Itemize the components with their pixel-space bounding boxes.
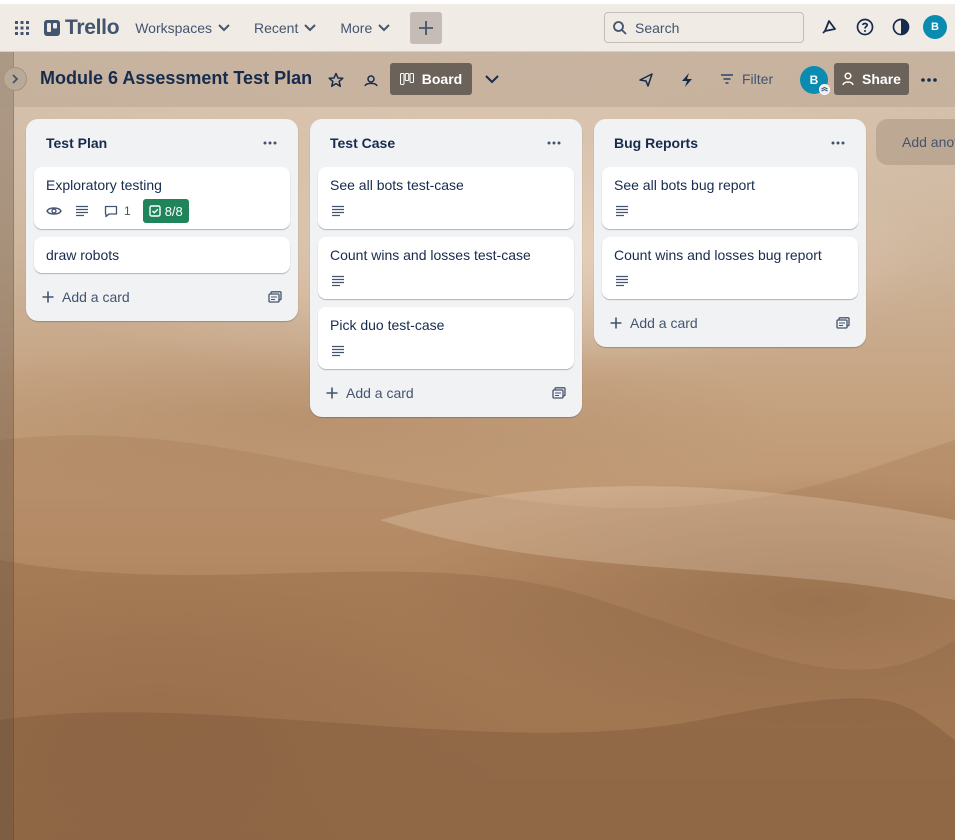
app-switcher-icon[interactable]	[8, 14, 36, 42]
card-template-icon[interactable]	[268, 291, 282, 303]
notifications-icon[interactable]	[815, 13, 843, 41]
list-menu-icon[interactable]	[540, 129, 568, 157]
add-list-button[interactable]: Add another list	[876, 119, 955, 165]
card[interactable]: Count wins and losses bug report	[602, 237, 858, 299]
views-dropdown[interactable]	[478, 65, 506, 93]
card-badges	[330, 341, 562, 361]
card-title: draw robots	[46, 247, 120, 263]
create-button[interactable]	[410, 11, 443, 44]
list-title[interactable]: Bug Reports	[614, 135, 698, 151]
card-badges	[330, 271, 562, 291]
top-header: Trello Workspaces Recent More B	[0, 0, 955, 51]
board-view-icon	[399, 73, 414, 85]
card[interactable]: Pick duo test-case	[318, 307, 574, 369]
card[interactable]: draw robots	[34, 237, 290, 273]
description-icon	[332, 205, 344, 217]
plus-icon	[326, 387, 338, 399]
watching-icon	[46, 207, 62, 215]
add-card-row: Add a card	[602, 307, 858, 339]
plus-icon	[610, 317, 622, 329]
add-card-row: Add a card	[318, 377, 574, 409]
board-view-button[interactable]: Board	[390, 63, 472, 95]
search-box[interactable]	[604, 12, 804, 43]
card-title: Count wins and losses test-case	[330, 247, 531, 263]
star-board-icon[interactable]	[322, 66, 350, 94]
card-template-icon[interactable]	[552, 387, 566, 399]
list-bug-reports: Bug Reports See all bots bug report Coun…	[594, 119, 866, 347]
chevron-right-icon	[12, 74, 19, 84]
card[interactable]: Exploratory testing 1 8/8	[34, 167, 290, 229]
chevron-down-icon	[218, 23, 230, 31]
plus-icon	[42, 291, 54, 303]
workspaces-menu[interactable]: Workspaces	[127, 12, 238, 44]
chevron-down-icon	[378, 23, 390, 31]
card-badges	[614, 201, 846, 221]
card-title: Count wins and losses bug report	[614, 247, 822, 263]
header-actions: B	[815, 13, 947, 41]
list-test-plan: Test Plan Exploratory testing 1 8/8 draw…	[26, 119, 298, 321]
card-title: See all bots bug report	[614, 177, 755, 193]
recent-menu[interactable]: Recent	[246, 12, 324, 44]
board-menu-icon[interactable]	[915, 66, 943, 94]
list-header: Bug Reports	[602, 119, 858, 167]
list-menu-icon[interactable]	[824, 129, 852, 157]
list-title[interactable]: Test Case	[330, 135, 395, 151]
description-icon	[332, 275, 344, 287]
card-badges	[614, 271, 846, 291]
user-avatar[interactable]: B	[923, 15, 947, 39]
visibility-icon[interactable]	[357, 66, 385, 94]
sidebar-rail	[0, 51, 14, 840]
help-icon[interactable]	[851, 13, 879, 41]
add-card-row: Add a card	[34, 281, 290, 313]
chevron-down-icon	[485, 74, 499, 83]
card-title: See all bots test-case	[330, 177, 464, 193]
checklist-badge: 8/8	[142, 199, 189, 223]
chevron-down-icon	[304, 23, 317, 31]
search-input[interactable]	[635, 19, 785, 36]
card[interactable]: See all bots bug report	[602, 167, 858, 229]
board-title[interactable]: Module 6 Assessment Test Plan	[40, 68, 312, 89]
comment-count: 1	[124, 204, 131, 218]
description-icon	[616, 275, 628, 287]
trello-logo-icon	[44, 19, 60, 36]
card-badges	[330, 201, 562, 221]
card[interactable]: Count wins and losses test-case	[318, 237, 574, 299]
card[interactable]: See all bots test-case	[318, 167, 574, 229]
app-name: Trello	[65, 15, 120, 39]
share-button[interactable]: Share	[834, 63, 909, 95]
filter-button[interactable]: Filter	[712, 63, 781, 95]
card-title: Pick duo test-case	[330, 317, 445, 333]
trello-logo[interactable]: Trello	[44, 15, 120, 40]
filter-icon	[721, 74, 733, 84]
checklist-icon	[148, 205, 161, 217]
add-card-button[interactable]: Add a card	[326, 385, 414, 401]
plus-icon	[419, 20, 434, 35]
description-icon	[332, 345, 344, 357]
theme-icon[interactable]	[887, 13, 915, 41]
add-member-icon	[842, 72, 854, 86]
description-icon	[616, 205, 628, 217]
description-icon	[76, 205, 88, 217]
more-menu[interactable]: More	[332, 12, 398, 44]
card-badges: 1 8/8	[46, 199, 278, 223]
card-template-icon[interactable]	[836, 317, 850, 329]
list-header: Test Case	[318, 119, 574, 167]
add-card-button[interactable]: Add a card	[42, 289, 130, 305]
list-title[interactable]: Test Plan	[46, 135, 107, 151]
list-test-case: Test Case See all bots test-case Count w…	[310, 119, 582, 417]
list-menu-icon[interactable]	[256, 129, 284, 157]
comment-icon	[104, 205, 118, 217]
add-card-button[interactable]: Add a card	[610, 315, 698, 331]
expand-sidebar-button[interactable]	[3, 67, 27, 91]
power-ups-icon[interactable]	[632, 66, 660, 94]
search-icon	[613, 20, 627, 35]
admin-badge-icon	[819, 84, 830, 95]
list-header: Test Plan	[34, 119, 290, 167]
card-title: Exploratory testing	[46, 177, 162, 193]
automation-icon[interactable]	[673, 66, 701, 94]
